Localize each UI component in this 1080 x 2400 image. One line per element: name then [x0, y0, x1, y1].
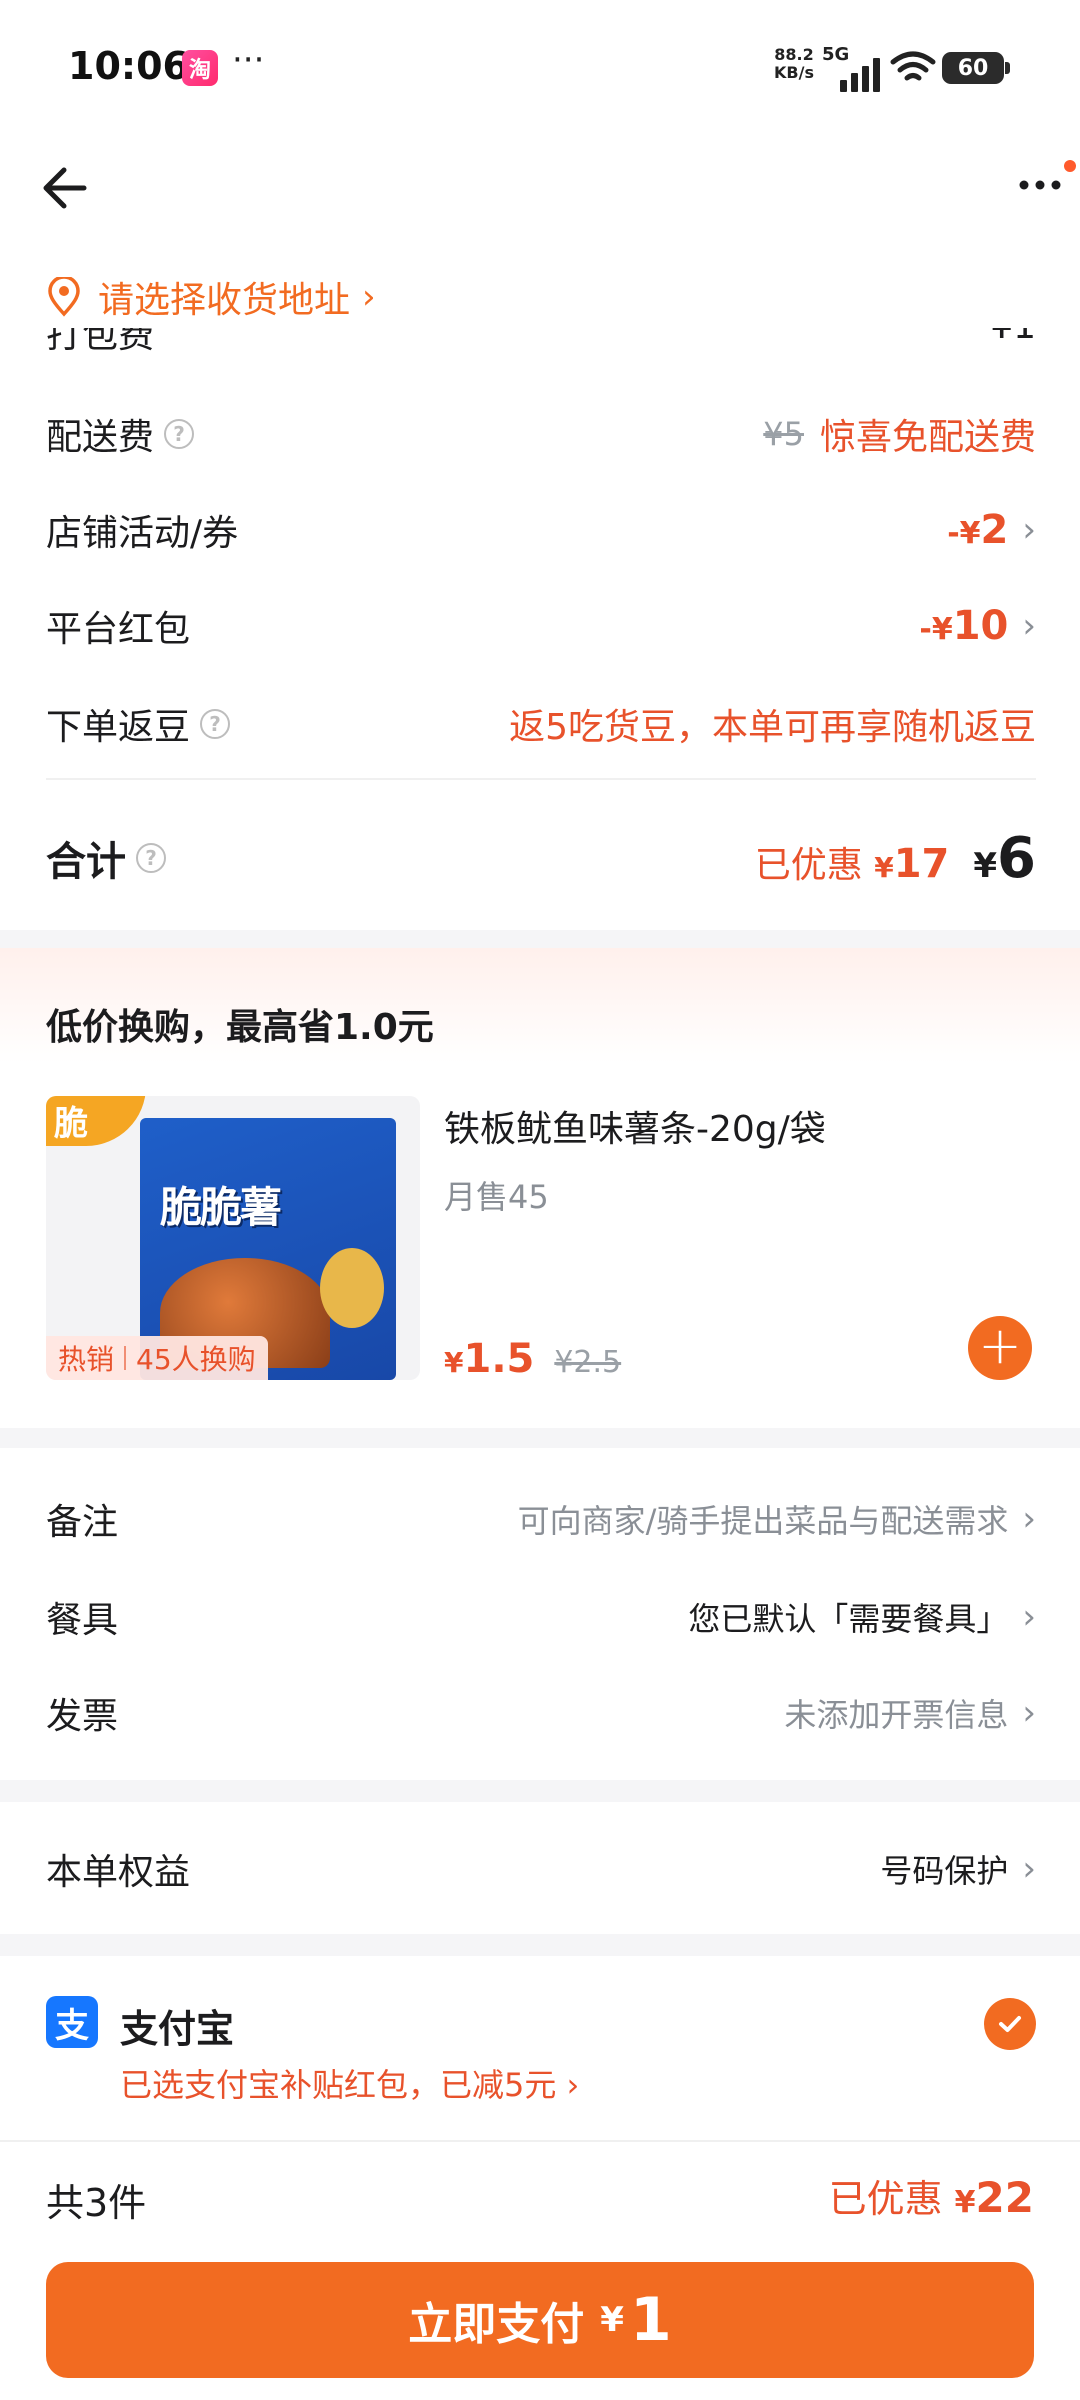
benefits-row[interactable]: 本单权益 号码保护 › [46, 1834, 1036, 1904]
help-icon[interactable]: ? [136, 843, 166, 873]
tag-separator [124, 1346, 127, 1370]
bottom-discount-amount: 22 [975, 2173, 1034, 2222]
packing-fee-value: ¥1 [990, 328, 1036, 347]
total-amount: 6 [997, 825, 1036, 891]
pay-label: 立即支付 [408, 2299, 585, 2350]
address-text: 请选择收货地址 [98, 280, 351, 321]
status-time: 10:06 [68, 44, 189, 88]
delivery-fee-row: 配送费 ? ¥5 惊喜免配送费 [46, 404, 1036, 464]
notification-dot [1064, 160, 1076, 172]
chevron-right-icon: › [1022, 1597, 1036, 1637]
chevron-right-icon: › [1022, 1499, 1036, 1539]
store-promo-amount: 2 [980, 507, 1009, 553]
pay-currency: ¥ [600, 2300, 624, 2340]
store-promo-sign: -¥ [947, 516, 981, 551]
total-label: 合计 [46, 839, 126, 885]
potato-mascot [320, 1248, 384, 1328]
chevron-right-icon: › [1022, 606, 1036, 646]
total-discount-currency: ¥ [874, 850, 894, 884]
remarks-row[interactable]: 备注 可向商家/骑手提出菜品与配送需求 › [46, 1484, 1036, 1554]
delivery-fee-value: 惊喜免配送费 [819, 417, 1036, 458]
utensils-value: 您已默认「需要餐具」 [688, 1600, 1009, 1638]
platform-redpack-sign: -¥ [919, 612, 953, 647]
section-gap [0, 1428, 1080, 1448]
item-count: 共3件 [46, 2181, 147, 2225]
utensils-label: 餐具 [46, 1600, 119, 1641]
remarks-value: 可向商家/骑手提出菜品与配送需求 [517, 1502, 1009, 1540]
chevron-right-icon: › [1022, 1693, 1036, 1733]
taobao-app-icon: 淘 [182, 50, 218, 86]
total-row: 合计 ? 已优惠 ¥17 ¥6 [46, 818, 1036, 898]
network-speed-value: 88.2 [774, 45, 814, 64]
back-arrow-icon[interactable] [36, 160, 92, 216]
bottom-discount: 已优惠 ¥22 [829, 2168, 1034, 2223]
product-name: 铁板鱿鱼味薯条-20g/袋 [444, 1109, 826, 1150]
platform-redpack-label: 平台红包 [46, 609, 191, 650]
location-pin-icon [48, 277, 80, 317]
chevron-right-icon: › [1022, 510, 1036, 550]
product-price: ¥1.5 ¥2.5 [444, 1336, 621, 1382]
invoice-value: 未添加开票信息 [784, 1696, 1009, 1734]
delivery-fee-label: 配送费 [46, 417, 155, 458]
pay-now-button[interactable]: 立即支付 ¥ 1 [46, 2262, 1034, 2378]
network-speed: 88.2 KB/s [774, 46, 814, 82]
bottom-discount-prefix: 已优惠 [828, 2177, 943, 2221]
section-gap [0, 1934, 1080, 1956]
monthly-sales: 月售45 [444, 1178, 549, 1216]
alipay-icon: 支 [46, 1996, 98, 2048]
bottom-discount-currency: ¥ [954, 2185, 976, 2220]
total-discount-prefix: 已优惠 [754, 844, 863, 886]
address-selector[interactable]: 请选择收货地址 › [46, 272, 376, 322]
hot-tag-count: 45人换购 [136, 1343, 256, 1376]
remarks-label: 备注 [46, 1502, 119, 1543]
hot-tag-label: 热销 [58, 1343, 115, 1376]
more-options-icon[interactable] [1016, 170, 1064, 200]
store-promo-label: 店铺活动/券 [46, 513, 239, 554]
check-glyph [999, 2016, 1021, 2032]
price-currency: ¥ [444, 1346, 464, 1379]
section-gap [0, 930, 1080, 948]
network-speed-unit: KB/s [774, 63, 814, 82]
utensils-row[interactable]: 餐具 您已默认「需要餐具」 › [46, 1582, 1036, 1652]
alipay-subsidy-link[interactable]: 已选支付宝补贴红包，已减5元 › [120, 2060, 579, 2106]
help-icon[interactable]: ? [200, 709, 231, 739]
snack-bag-title: 脆脆薯 [160, 1183, 282, 1232]
status-more-icon: ··· [232, 40, 265, 80]
beans-row: 下单返豆 ? 返5吃货豆，本单可再享随机返豆 [46, 694, 1036, 754]
section-gap [0, 1780, 1080, 1802]
chevron-right-icon: › [1022, 1849, 1036, 1889]
delivery-fee-original: ¥5 [763, 415, 804, 453]
hot-sale-tag: 热销 45人换购 [46, 1336, 268, 1380]
total-discount-amount: 17 [893, 840, 950, 887]
store-promo-row[interactable]: 店铺活动/券 -¥2 › [46, 500, 1036, 560]
platform-redpack-row[interactable]: 平台红包 -¥10 › [46, 596, 1036, 656]
crispy-corner-badge: 脆 [46, 1096, 146, 1146]
beans-label: 下单返豆 [46, 707, 191, 748]
battery-icon: 60 [942, 52, 1010, 84]
checkmark-icon[interactable] [984, 1998, 1036, 2050]
chevron-right-icon: › [362, 277, 376, 317]
beans-value: 返5吃货豆，本单可再享随机返豆 [509, 707, 1036, 748]
wifi-icon [890, 51, 936, 81]
price-original: ¥2.5 [554, 1345, 622, 1380]
add-item-button[interactable]: + [968, 1316, 1032, 1380]
platform-redpack-amount: 10 [952, 603, 1009, 649]
invoice-row[interactable]: 发票 未添加开票信息 › [46, 1678, 1036, 1748]
packing-fee-row-partial: 打包费 ¥1 [46, 328, 1036, 356]
divider [46, 778, 1036, 780]
payment-method-label[interactable]: 支付宝 [120, 1998, 234, 2053]
benefits-label: 本单权益 [46, 1852, 191, 1893]
pay-amount: 1 [629, 2285, 672, 2355]
invoice-label: 发票 [46, 1696, 119, 1737]
benefits-value: 号码保护 [880, 1852, 1009, 1890]
help-icon[interactable]: ? [164, 419, 195, 449]
packing-fee-label: 打包费 [46, 328, 155, 356]
price-value: 1.5 [463, 1336, 535, 1382]
total-discount: 已优惠 ¥17 [755, 836, 950, 888]
signal-icon [840, 58, 880, 92]
total-currency: ¥ [973, 845, 998, 886]
trade-up-title: 低价换购，最高省1.0元 [46, 1007, 434, 1048]
